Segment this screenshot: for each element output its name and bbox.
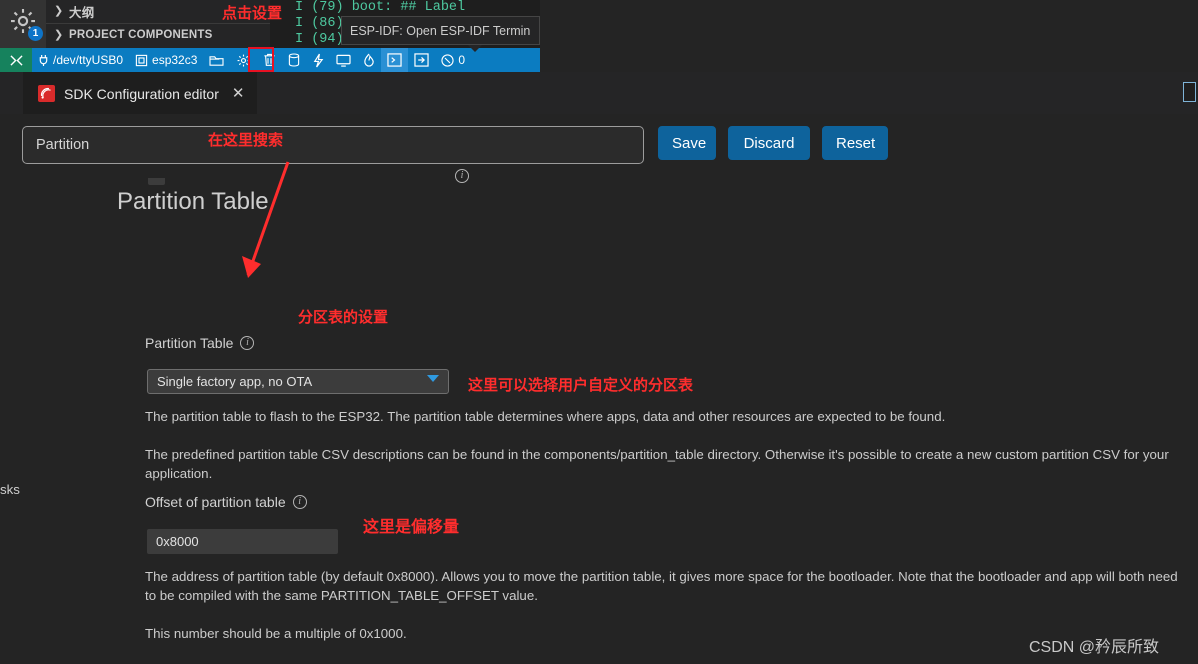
- chevron-right-icon: ❯: [54, 5, 64, 17]
- status-target-label: esp32c3: [152, 53, 198, 67]
- partition-table-selected-value: Single factory app, no OTA: [157, 374, 313, 389]
- monitor-icon[interactable]: [330, 48, 357, 72]
- info-icon[interactable]: i: [240, 336, 255, 350]
- screenshot-root: SDK Configuration editor ✕ Save Discard …: [0, 0, 1198, 664]
- annotation-partition-table-settings: 分区表的设置: [298, 309, 389, 326]
- status-error-count: 0: [458, 53, 466, 67]
- status-item-errors[interactable]: 0: [435, 48, 471, 72]
- tooltip-arrow: [468, 45, 482, 52]
- editor-actions-button[interactable]: [1183, 82, 1196, 102]
- partition-table-description-1: The partition table to flash to the ESP3…: [145, 409, 946, 424]
- activity-bar-manage: 1: [0, 0, 46, 48]
- lightning-icon[interactable]: [306, 48, 330, 72]
- cutoff-mask: [140, 166, 480, 178]
- espressif-logo-icon: [38, 85, 55, 102]
- section-title-partition-table: Partition Table: [117, 188, 269, 215]
- manage-badge-count: 1: [28, 26, 43, 41]
- reset-button[interactable]: Reset: [822, 126, 888, 160]
- status-item-target[interactable]: esp32c3: [129, 48, 203, 72]
- partition-table-description-2: The predefined partition table CSV descr…: [145, 447, 1169, 481]
- partition-table-select[interactable]: Single factory app, no OTA: [147, 369, 449, 394]
- annotation-search-here: 在这里搜索: [208, 132, 284, 149]
- command-tooltip-text: ESP-IDF: Open ESP-IDF Termin: [350, 23, 531, 38]
- command-tooltip: ESP-IDF: Open ESP-IDF Termin: [341, 16, 540, 45]
- tab-sdk-configuration-editor[interactable]: SDK Configuration editor ✕: [23, 72, 258, 114]
- explorer-section-label: 大纲: [69, 6, 95, 20]
- status-port-label: /dev/ttyUSB0: [53, 53, 124, 67]
- partition-table-label-text: Partition Table: [145, 335, 234, 351]
- chevron-down-icon: [427, 375, 439, 382]
- search-input[interactable]: [22, 126, 644, 164]
- offset-description-1: The address of partition table (by defau…: [145, 569, 1178, 603]
- offset-label-text: Offset of partition table: [145, 494, 286, 510]
- offset-field-label: Offset of partition table i: [145, 494, 307, 510]
- tab-label: SDK Configuration editor: [64, 85, 219, 102]
- manage-gear-icon[interactable]: 1: [8, 6, 43, 41]
- export-icon[interactable]: [408, 48, 435, 72]
- sdk-configuration-editor-body: Save Discard Reset 在这里搜索 GPIO triggers b…: [0, 114, 1198, 664]
- chevron-right-icon: ❯: [54, 28, 64, 41]
- partition-table-field-label: Partition Table i: [145, 335, 255, 351]
- annotation-custom-partition-table: 这里可以选择用户自定义的分区表: [468, 377, 694, 394]
- annotation-offset-here: 这里是偏移量: [363, 519, 460, 536]
- vscode-top-strip: I (79) boot: ## Label I (86) I (94) 1 ❯ …: [0, 0, 540, 72]
- offset-input[interactable]: [147, 529, 338, 554]
- flame-icon[interactable]: [357, 48, 381, 72]
- discard-button[interactable]: Discard: [728, 126, 810, 160]
- status-item-port[interactable]: /dev/ttyUSB0: [32, 48, 129, 72]
- cutoff-info-icon: i: [455, 166, 469, 183]
- terminal-icon[interactable]: [381, 48, 409, 72]
- folder-open-icon[interactable]: [203, 48, 230, 72]
- left-overflow-text: sks: [0, 482, 20, 497]
- explorer-section-label: PROJECT COMPONENTS: [69, 29, 213, 41]
- cutoff-option-row: GPIO triggers boot from test app partiti…: [140, 166, 480, 188]
- annotation-click-settings: 点击设置: [222, 5, 283, 22]
- remote-connection-icon[interactable]: [0, 48, 32, 72]
- flash-icon[interactable]: [282, 48, 306, 72]
- gear-highlight-box: [248, 47, 274, 72]
- toolbar-row: Save Discard Reset: [0, 126, 1198, 164]
- save-button[interactable]: Save: [658, 126, 716, 160]
- watermark: CSDN @矜辰所致: [1029, 639, 1160, 656]
- editor-tab-bar: SDK Configuration editor ✕: [0, 72, 1198, 114]
- explorer-section-project-components[interactable]: ❯ PROJECT COMPONENTS: [46, 23, 270, 46]
- close-icon[interactable]: ✕: [232, 86, 245, 101]
- terminal-line: I (79) boot: ## Label: [295, 0, 466, 15]
- info-icon[interactable]: i: [292, 495, 307, 509]
